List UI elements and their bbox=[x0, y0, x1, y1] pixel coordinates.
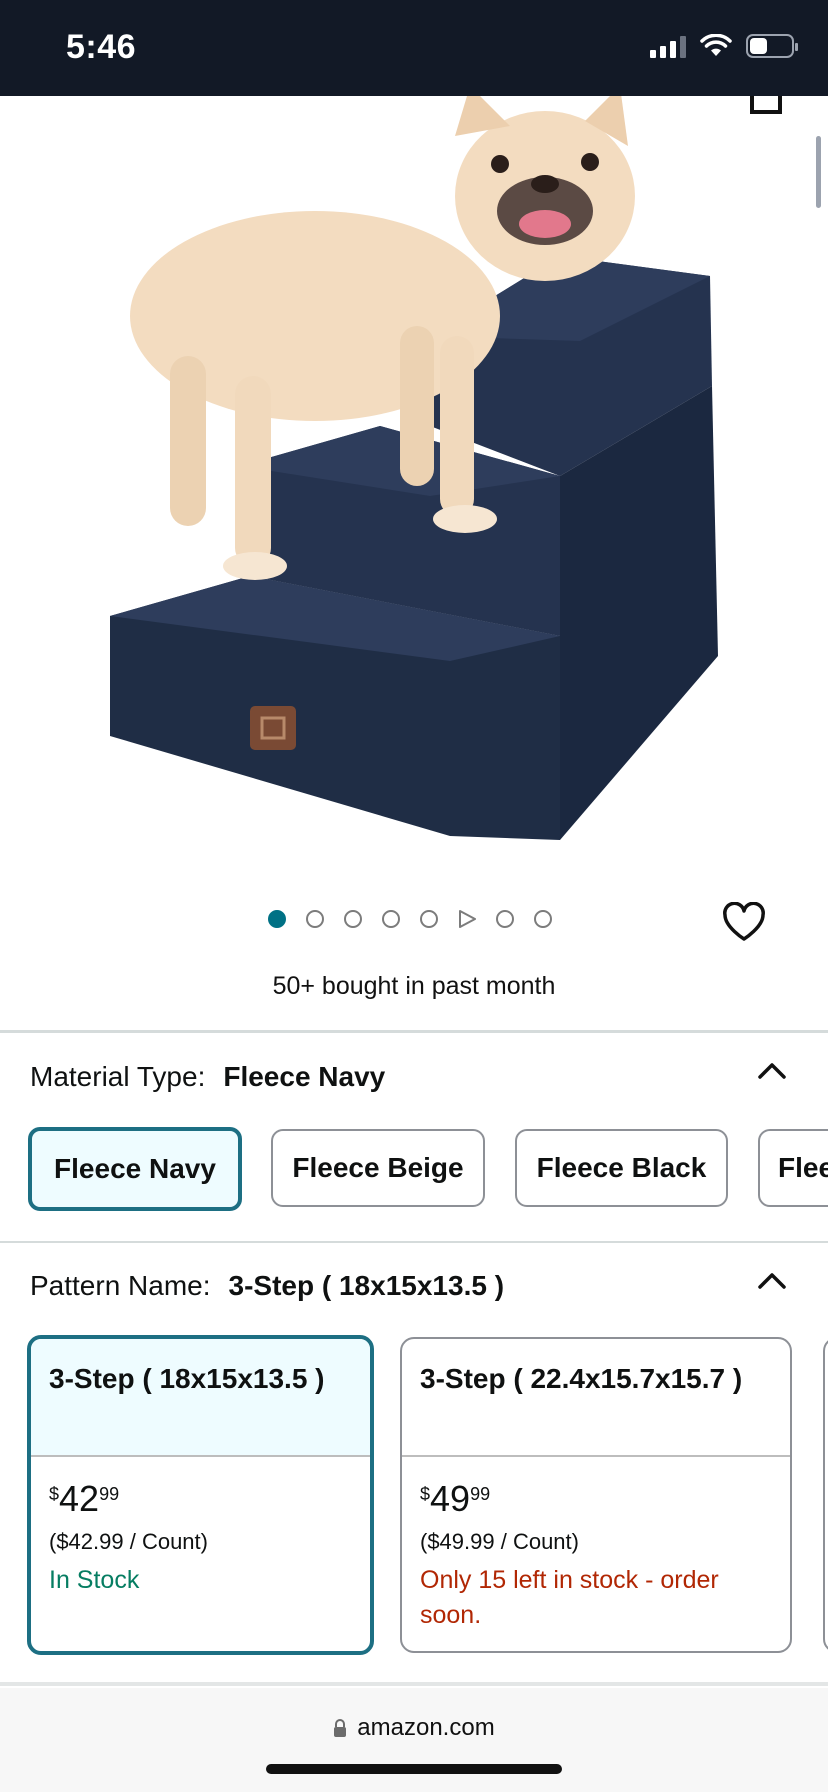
bought-in-past-month: 50+ bought in past month bbox=[272, 972, 556, 1000]
video-play-icon[interactable] bbox=[458, 910, 476, 928]
carousel-dot[interactable] bbox=[420, 910, 438, 928]
price-fraction: 99 bbox=[470, 1484, 491, 1504]
browser-url-bar[interactable]: amazon.com bbox=[0, 1688, 828, 1792]
price: $42 99 bbox=[49, 1481, 352, 1517]
price: $49 99 bbox=[420, 1481, 772, 1517]
cellular-signal-icon bbox=[650, 34, 686, 58]
divider bbox=[0, 1241, 828, 1243]
url-display[interactable]: amazon.com bbox=[0, 1714, 828, 1742]
heart-icon[interactable] bbox=[722, 902, 766, 942]
price-whole: 49 bbox=[430, 1478, 471, 1519]
price-fraction: 99 bbox=[99, 1484, 120, 1504]
price-whole: 42 bbox=[59, 1478, 100, 1519]
pattern-name-heading: Pattern Name: 3-Step ( 18x15x13.5 ) bbox=[30, 1270, 504, 1302]
material-option-fleece-beige[interactable]: Fleece Beige bbox=[271, 1129, 485, 1207]
scrollbar-thumb[interactable] bbox=[816, 136, 821, 208]
chevron-up-icon[interactable] bbox=[758, 1270, 786, 1290]
url-text[interactable]: amazon.com bbox=[357, 1714, 494, 1742]
status-bar: 5:46 bbox=[0, 0, 828, 96]
unit-price: ($49.99 / Count) bbox=[420, 1529, 579, 1554]
carousel-dot[interactable] bbox=[382, 910, 400, 928]
pattern-option-card-18x15x13[interactable]: 3-Step ( 18x15x13.5 ) $42 99 ($42.99 / Co… bbox=[27, 1335, 374, 1655]
status-time: 5:46 bbox=[66, 28, 137, 66]
material-type-label: Material Type: bbox=[30, 1061, 206, 1092]
availability-status: Only 15 left in stock - order soon. bbox=[420, 1566, 719, 1629]
pattern-option-card-partial[interactable] bbox=[823, 1337, 828, 1653]
pattern-option-name: 3-Step ( 22.4x15.7x15.7 ) bbox=[402, 1339, 790, 1457]
carousel-dot[interactable] bbox=[534, 910, 552, 928]
carousel-dot-active[interactable] bbox=[268, 910, 286, 928]
availability-status: In Stock bbox=[49, 1566, 140, 1594]
price-symbol: $ bbox=[420, 1484, 431, 1504]
battery-icon bbox=[746, 34, 798, 58]
image-carousel-dots[interactable] bbox=[268, 910, 552, 928]
material-option-fleece-navy[interactable]: Fleece Navy bbox=[28, 1127, 242, 1211]
pattern-name-selected: 3-Step ( 18x15x13.5 ) bbox=[228, 1270, 505, 1301]
pattern-option-name: 3-Step ( 18x15x13.5 ) bbox=[31, 1339, 370, 1457]
material-option-fleece-black[interactable]: Fleece Black bbox=[515, 1129, 728, 1207]
material-type-selected: Fleece Navy bbox=[223, 1061, 386, 1092]
carousel-dot[interactable] bbox=[306, 910, 324, 928]
lock-icon bbox=[334, 1719, 347, 1737]
divider bbox=[0, 1682, 828, 1686]
product-image[interactable] bbox=[0, 96, 828, 876]
carousel-dot[interactable] bbox=[496, 910, 514, 928]
status-icons bbox=[650, 34, 798, 58]
chevron-up-icon[interactable] bbox=[758, 1060, 786, 1080]
share-icon[interactable] bbox=[750, 96, 782, 114]
price-symbol: $ bbox=[49, 1484, 60, 1504]
home-indicator[interactable] bbox=[266, 1764, 562, 1774]
material-option-partial[interactable]: Flee bbox=[758, 1129, 828, 1207]
carousel-dot[interactable] bbox=[344, 910, 362, 928]
material-type-heading: Material Type: Fleece Navy bbox=[30, 1061, 385, 1093]
wifi-icon bbox=[700, 34, 732, 56]
divider bbox=[0, 1030, 828, 1033]
pattern-option-card-22x15x15[interactable]: 3-Step ( 22.4x15.7x15.7 ) $49 99 ($49.99 … bbox=[400, 1337, 792, 1653]
pattern-name-label: Pattern Name: bbox=[30, 1270, 211, 1301]
unit-price: ($42.99 / Count) bbox=[49, 1529, 208, 1554]
product-photo-dog-on-pet-stairs bbox=[110, 96, 718, 840]
